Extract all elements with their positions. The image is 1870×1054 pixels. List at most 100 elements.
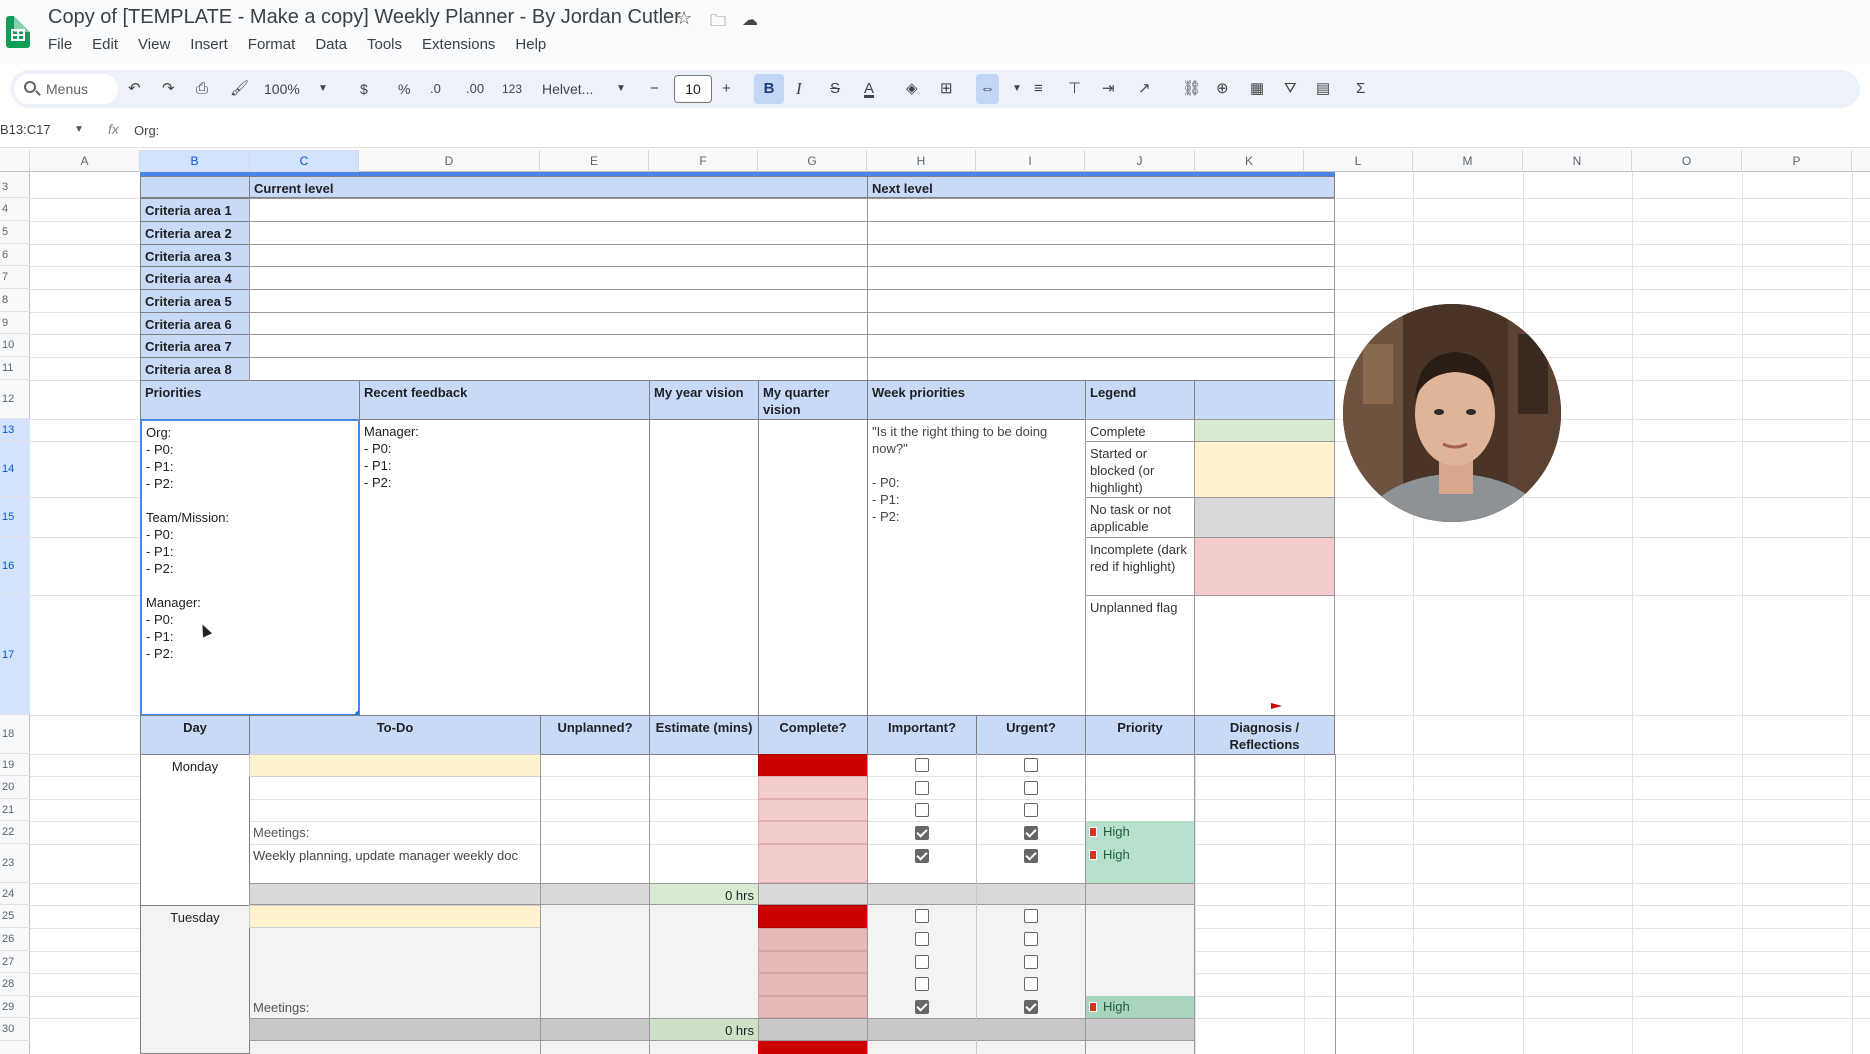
row-header[interactable]: 16 bbox=[0, 537, 30, 595]
increase-decimal-button[interactable]: .00 bbox=[466, 70, 484, 108]
document-title[interactable]: Copy of [TEMPLATE - Make a copy] Weekly … bbox=[48, 6, 681, 29]
urgent-checkbox[interactable] bbox=[1024, 826, 1038, 840]
decrease-font-size-button[interactable]: − bbox=[650, 70, 659, 108]
menu-edit[interactable]: Edit bbox=[92, 36, 126, 53]
filter-icon[interactable]: ⛛ bbox=[1284, 70, 1297, 108]
priority-column-header[interactable]: Priority bbox=[1085, 715, 1195, 755]
paint-format-icon[interactable]: 🖌 bbox=[230, 70, 249, 108]
column-header[interactable]: F bbox=[649, 150, 758, 172]
complete-cell[interactable] bbox=[758, 799, 868, 821]
feedback-text-cell[interactable]: Manager: - P0: - P1: - P2: bbox=[359, 419, 650, 716]
priorities-header[interactable]: Priorities bbox=[140, 380, 360, 420]
row-header[interactable]: 25 bbox=[0, 905, 30, 928]
complete-cell[interactable] bbox=[758, 973, 868, 996]
row-header[interactable]: 9 bbox=[0, 312, 30, 334]
todo-cell[interactable]: Meetings: bbox=[249, 996, 541, 1018]
day-column-header[interactable]: Day bbox=[140, 715, 250, 755]
menu-tools[interactable]: Tools bbox=[367, 36, 410, 53]
row-header[interactable]: 27 bbox=[0, 951, 30, 973]
recent-feedback-header[interactable]: Recent feedback bbox=[359, 380, 650, 420]
complete-cell-red[interactable] bbox=[758, 905, 868, 928]
diagnosis-column-header[interactable]: Diagnosis / Reflections bbox=[1194, 715, 1335, 755]
column-header[interactable]: M bbox=[1413, 150, 1523, 172]
urgent-checkbox[interactable] bbox=[1024, 803, 1038, 817]
next-level-cell[interactable] bbox=[867, 312, 1335, 335]
insert-comment-icon[interactable]: ⊕ bbox=[1216, 70, 1229, 108]
menu-data[interactable]: Data bbox=[315, 36, 355, 53]
todo-cell[interactable]: Weekly planning, update manager weekly d… bbox=[249, 844, 541, 883]
menu-help[interactable]: Help bbox=[515, 36, 554, 53]
legend-swatch-complete[interactable] bbox=[1194, 419, 1335, 442]
complete-cell-red[interactable] bbox=[758, 754, 868, 777]
urgent-checkbox[interactable] bbox=[1024, 932, 1038, 946]
row-header[interactable]: 10 bbox=[0, 334, 30, 357]
cloud-status-icon[interactable]: ☁ bbox=[742, 10, 758, 30]
star-icon[interactable]: ☆ bbox=[676, 8, 692, 29]
row-header[interactable]: 24 bbox=[0, 883, 30, 905]
next-level-cell[interactable] bbox=[867, 266, 1335, 290]
row-header[interactable]: 21 bbox=[0, 799, 30, 821]
criteria-area-label[interactable]: Criteria area 1 bbox=[140, 198, 250, 222]
priority-chip[interactable]: High bbox=[1085, 821, 1195, 844]
functions-icon[interactable]: Σ bbox=[1356, 70, 1365, 108]
quarter-vision-cell[interactable] bbox=[758, 419, 868, 716]
more-formats-button[interactable]: 123 bbox=[502, 70, 522, 108]
urgent-checkbox[interactable] bbox=[1024, 909, 1038, 923]
row-header[interactable]: 5 bbox=[0, 221, 30, 244]
column-header[interactable]: P bbox=[1742, 150, 1852, 172]
filter-views-icon[interactable]: ▤ bbox=[1316, 70, 1330, 108]
borders-icon[interactable]: ⊞ bbox=[940, 70, 953, 108]
current-level-cell[interactable] bbox=[249, 198, 868, 222]
urgent-checkbox[interactable] bbox=[1024, 955, 1038, 969]
estimate-total[interactable]: 0 hrs bbox=[649, 883, 759, 905]
complete-cell[interactable] bbox=[758, 951, 868, 973]
complete-column-header[interactable]: Complete? bbox=[758, 715, 868, 755]
decrease-decimal-button[interactable]: .0 bbox=[430, 70, 441, 108]
criteria-area-label[interactable]: Criteria area 2 bbox=[140, 221, 250, 245]
estimate-column-header[interactable]: Estimate (mins) bbox=[649, 715, 759, 755]
chevron-down-icon[interactable]: ▼ bbox=[1012, 70, 1022, 108]
next-level-cell[interactable] bbox=[867, 221, 1335, 245]
day-cell-monday[interactable]: Monday bbox=[140, 754, 250, 906]
legend-color-header[interactable] bbox=[1194, 380, 1335, 420]
menu-file[interactable]: File bbox=[48, 36, 80, 53]
column-header[interactable]: J bbox=[1085, 150, 1195, 172]
column-header[interactable]: K bbox=[1195, 150, 1304, 172]
urgent-checkbox[interactable] bbox=[1024, 781, 1038, 795]
important-checkbox[interactable] bbox=[915, 977, 929, 991]
row-header[interactable]: 13 bbox=[0, 419, 30, 441]
row-header[interactable]: 19 bbox=[0, 754, 30, 776]
row-header[interactable]: 22 bbox=[0, 821, 30, 844]
year-vision-header[interactable]: My year vision bbox=[649, 380, 759, 420]
important-checkbox[interactable] bbox=[915, 758, 929, 772]
todo-cell[interactable]: Meetings: bbox=[249, 821, 541, 844]
todo-cell[interactable] bbox=[249, 754, 541, 777]
redo-icon[interactable]: ↷ bbox=[162, 70, 175, 108]
current-level-cell[interactable] bbox=[249, 357, 868, 381]
legend-label[interactable]: No task or not applicable bbox=[1085, 497, 1195, 538]
current-level-cell[interactable] bbox=[249, 266, 868, 290]
row-header[interactable]: 17 bbox=[0, 595, 30, 715]
percent-format-button[interactable]: % bbox=[398, 70, 410, 108]
fill-color-icon[interactable]: ◈ bbox=[906, 70, 918, 108]
important-checkbox[interactable] bbox=[915, 955, 929, 969]
important-checkbox[interactable] bbox=[915, 849, 929, 863]
important-checkbox[interactable] bbox=[915, 781, 929, 795]
increase-font-size-button[interactable]: + bbox=[722, 70, 731, 108]
row-header[interactable]: 20 bbox=[0, 776, 30, 799]
column-header[interactable]: N bbox=[1523, 150, 1632, 172]
currency-format-button[interactable]: $ bbox=[360, 70, 368, 108]
next-level-header[interactable]: Next level bbox=[867, 176, 1335, 198]
priorities-text-cell[interactable]: Org: - P0: - P1: - P2: Team/Mission: - P… bbox=[140, 419, 360, 716]
legend-label[interactable]: Started or blocked (or highlight) bbox=[1085, 441, 1195, 498]
menu-view[interactable]: View bbox=[138, 36, 178, 53]
row-header[interactable]: 8 bbox=[0, 289, 30, 312]
menu-format[interactable]: Format bbox=[248, 36, 304, 53]
spreadsheet-grid[interactable]: Current level Next level Criteria area 1… bbox=[30, 172, 1870, 1054]
complete-cell[interactable] bbox=[758, 844, 868, 883]
column-header[interactable]: O bbox=[1632, 150, 1742, 172]
day-cell-tuesday[interactable]: Tuesday bbox=[140, 905, 250, 1054]
important-checkbox[interactable] bbox=[915, 909, 929, 923]
row-header[interactable]: 6 bbox=[0, 244, 30, 266]
insert-link-icon[interactable]: ⛓ bbox=[1182, 70, 1201, 108]
